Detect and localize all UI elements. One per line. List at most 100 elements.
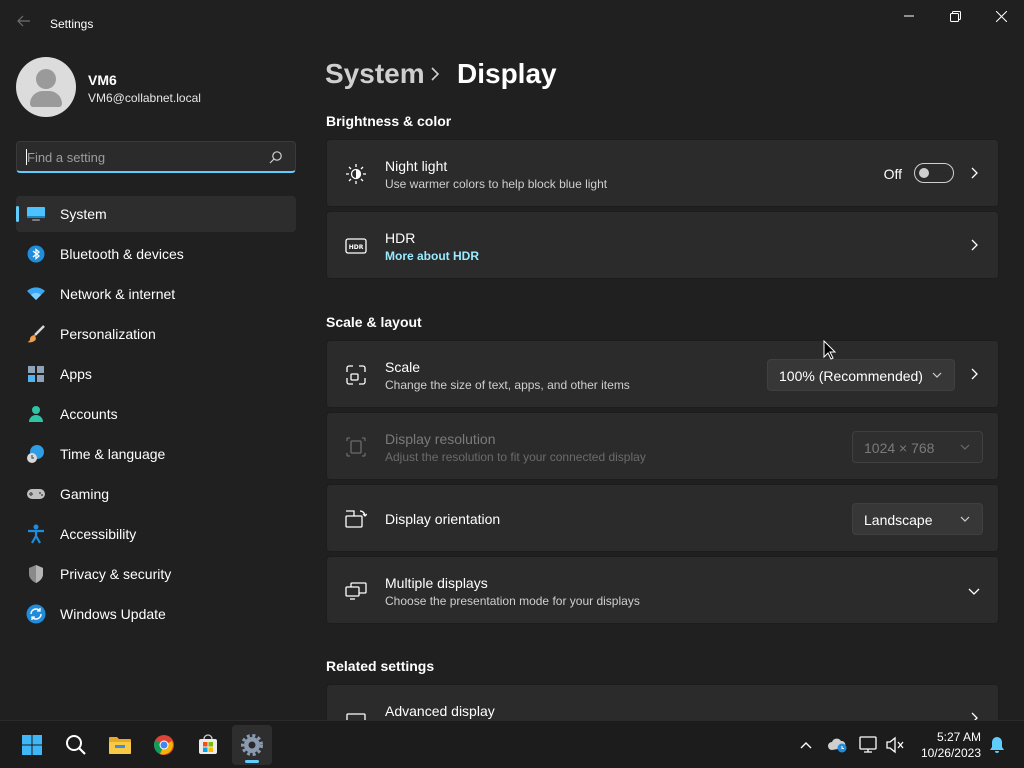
- sidebar-item-bluetooth[interactable]: Bluetooth & devices: [16, 236, 296, 272]
- sidebar-item-label: Apps: [60, 366, 92, 382]
- sidebar-item-label: Accounts: [60, 406, 118, 422]
- chevron-up-icon: [800, 742, 812, 749]
- sidebar-item-label: Windows Update: [60, 606, 166, 622]
- advanced-display-row[interactable]: Advanced display: [326, 684, 999, 724]
- chrome-button[interactable]: [144, 725, 184, 765]
- display-resolution-row: Display resolution Adjust the resolution…: [326, 412, 999, 480]
- scale-dropdown-value: 100% (Recommended): [779, 368, 923, 384]
- sidebar-item-apps[interactable]: Apps: [16, 356, 296, 392]
- cloud-icon: [828, 738, 847, 753]
- chevron-down-icon: [932, 372, 942, 378]
- network-icon: [859, 736, 877, 753]
- breadcrumb-parent[interactable]: System: [325, 58, 425, 90]
- chevron-right-icon: [971, 239, 978, 251]
- update-icon: [26, 604, 46, 624]
- display-orientation-title: Display orientation: [385, 511, 501, 527]
- resolution-icon: [344, 435, 368, 459]
- sidebar-item-system[interactable]: System: [16, 196, 296, 232]
- orientation-dropdown[interactable]: Landscape: [852, 503, 983, 535]
- start-button[interactable]: [12, 725, 52, 765]
- taskbar-search-button[interactable]: [56, 725, 96, 765]
- search-icon[interactable]: [269, 150, 283, 164]
- settings-icon: [241, 734, 263, 756]
- network-tray-button[interactable]: [857, 733, 881, 757]
- section-title-related: Related settings: [326, 658, 435, 674]
- notifications-button[interactable]: [985, 733, 1009, 757]
- sidebar-item-accessibility[interactable]: Accessibility: [16, 516, 296, 552]
- volume-tray-button[interactable]: [883, 733, 907, 757]
- volume-muted-icon: [886, 736, 904, 754]
- start-icon: [22, 735, 42, 755]
- show-hidden-icons-button[interactable]: [794, 733, 818, 757]
- maximize-button[interactable]: [932, 0, 978, 32]
- clock-time[interactable]: 5:27 AM: [937, 730, 981, 744]
- night-light-title: Night light: [385, 158, 448, 174]
- sidebar-item-personalization[interactable]: Personalization: [16, 316, 296, 352]
- file-explorer-icon: [109, 737, 131, 754]
- chevron-down-icon: [960, 516, 970, 522]
- brightness-icon: [344, 162, 368, 186]
- multiple-displays-icon: [344, 579, 368, 603]
- bell-icon: [990, 737, 1004, 753]
- sidebar-item-windows-update[interactable]: Windows Update: [16, 596, 296, 632]
- chevron-right-icon: [431, 67, 440, 81]
- multiple-displays-subtitle: Choose the presentation mode for your di…: [385, 594, 640, 608]
- sidebar-item-accounts[interactable]: Accounts: [16, 396, 296, 432]
- user-name: VM6: [88, 72, 117, 88]
- sidebar-item-time-language[interactable]: Time & language: [16, 436, 296, 472]
- clock-date[interactable]: 10/26/2023: [921, 746, 981, 760]
- sidebar-nav: System Bluetooth & devices Network & int…: [16, 196, 296, 636]
- scale-dropdown[interactable]: 100% (Recommended): [767, 359, 955, 391]
- onedrive-tray-button[interactable]: [826, 733, 850, 757]
- orientation-dropdown-value: Landscape: [864, 512, 933, 528]
- hdr-icon: HDR: [344, 234, 368, 258]
- svg-text:HDR: HDR: [349, 244, 364, 251]
- user-email: VM6@collabnet.local: [88, 91, 201, 105]
- sidebar-item-network[interactable]: Network & internet: [16, 276, 296, 312]
- sidebar-item-gaming[interactable]: Gaming: [16, 476, 296, 512]
- chevron-down-icon[interactable]: [968, 585, 980, 597]
- sidebar-item-label: Personalization: [60, 326, 156, 342]
- globe-clock-icon: [26, 444, 46, 464]
- hdr-link[interactable]: More about HDR: [385, 249, 479, 263]
- sidebar-item-label: Accessibility: [60, 526, 137, 542]
- file-explorer-button[interactable]: [100, 725, 140, 765]
- close-icon: [995, 10, 1007, 22]
- scale-row[interactable]: Scale Change the size of text, apps, and…: [326, 340, 999, 408]
- chrome-icon: [154, 735, 174, 755]
- night-light-toggle[interactable]: [914, 163, 954, 183]
- apps-icon: [26, 364, 46, 384]
- accessibility-icon: [26, 524, 46, 544]
- scale-subtitle: Change the size of text, apps, and other…: [385, 378, 630, 392]
- search-input[interactable]: Find a setting: [16, 141, 296, 173]
- multiple-displays-title: Multiple displays: [385, 575, 488, 591]
- sidebar-item-label: Bluetooth & devices: [60, 246, 184, 262]
- night-light-row[interactable]: Night light Use warmer colors to help bl…: [326, 139, 999, 207]
- toggle-knob: [919, 168, 929, 178]
- bluetooth-icon: [26, 244, 46, 264]
- close-button[interactable]: [978, 0, 1024, 32]
- taskbar: 5:27 AM 10/26/2023: [0, 720, 1024, 768]
- store-button[interactable]: [188, 725, 228, 765]
- settings-taskbar-button[interactable]: [232, 725, 272, 765]
- scale-title: Scale: [385, 359, 421, 375]
- sidebar-item-label: Privacy & security: [60, 566, 172, 582]
- active-indicator: [245, 760, 259, 763]
- search-placeholder: Find a setting: [27, 150, 106, 165]
- chevron-down-icon: [960, 444, 970, 450]
- person-icon: [26, 404, 46, 424]
- sidebar-item-label: Network & internet: [60, 286, 176, 302]
- gamepad-icon: [26, 484, 46, 504]
- section-title-scale-layout: Scale & layout: [326, 314, 422, 330]
- avatar[interactable]: [16, 57, 76, 117]
- display-resolution-title: Display resolution: [385, 431, 496, 447]
- sidebar-item-privacy[interactable]: Privacy & security: [16, 556, 296, 592]
- chevron-right-icon: [971, 167, 978, 179]
- multiple-displays-row[interactable]: Multiple displays Choose the presentatio…: [326, 556, 999, 624]
- display-orientation-row: Display orientation Landscape: [326, 484, 999, 552]
- minimize-button[interactable]: [886, 0, 932, 32]
- wifi-icon: [26, 284, 46, 304]
- back-arrow-icon[interactable]: [14, 14, 34, 34]
- hdr-row[interactable]: HDR HDR More about HDR: [326, 211, 999, 279]
- paintbrush-icon: [26, 324, 46, 344]
